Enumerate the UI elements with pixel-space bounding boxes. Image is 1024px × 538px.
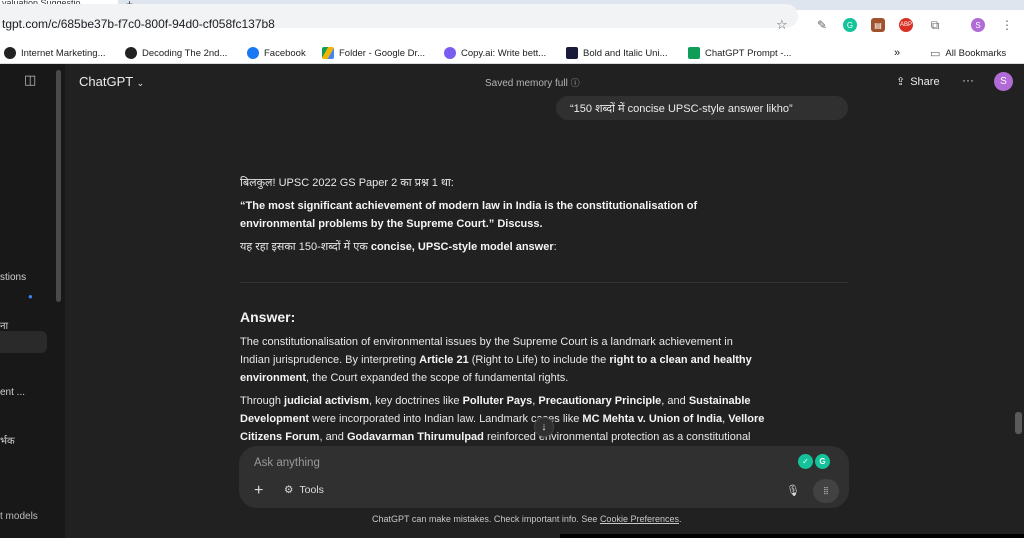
copy-ai-icon: [444, 47, 456, 59]
grammarly-icon: G: [815, 454, 830, 469]
sidebar-scrollbar[interactable]: [56, 70, 61, 302]
bookmark-bold-italic[interactable]: Bold and Italic Uni...: [566, 46, 668, 60]
sliders-icon: ⚙: [284, 484, 294, 496]
url-text[interactable]: tgpt.com/c/685be37b-f7c0-800f-94d0-cf058…: [2, 17, 275, 31]
more-options-icon[interactable]: ···: [962, 73, 974, 87]
os-taskbar-edge: [560, 534, 1024, 538]
cookie-preferences-link[interactable]: Cookie Preferences: [600, 514, 679, 524]
arrow-down-icon: ↓: [541, 421, 547, 433]
bookmark-facebook[interactable]: Facebook: [247, 46, 306, 60]
section-divider: [240, 282, 848, 283]
bookmark-internet-marketing[interactable]: Internet Marketing...: [4, 46, 105, 60]
browser-menu-icon[interactable]: ⋮: [1000, 18, 1014, 32]
response-intro: बिलकुल! UPSC 2022 GS Paper 2 का प्रश्न 1…: [240, 177, 454, 189]
question-text: “The most significant achievement of mod…: [240, 200, 698, 230]
disclaimer-footer: ChatGPT can make mistakes. Check importa…: [372, 514, 682, 524]
site-icon: [4, 47, 16, 59]
toggle-sidebar-icon[interactable]: ◫: [24, 72, 36, 88]
share-icon: ⇪: [896, 76, 906, 88]
microphone-icon[interactable]: 🎙: [786, 484, 800, 497]
main-scrollbar[interactable]: [1015, 412, 1022, 434]
answer-paragraph-1: The constitutionalisation of environment…: [240, 336, 752, 384]
adblock-extension-icon[interactable]: ABP: [899, 18, 913, 32]
memory-status[interactable]: Saved memory full ⓘ: [485, 76, 580, 89]
user-avatar[interactable]: S: [994, 72, 1013, 91]
bookmark-decoding[interactable]: Decoding The 2nd...: [125, 46, 227, 60]
waveform-icon: ⦙⦙: [823, 485, 829, 497]
unread-dot-icon: ●: [28, 292, 33, 301]
model-answer-intro: यह रहा इसका 150-शब्दों में एक concise, U…: [240, 241, 557, 253]
site-icon: [125, 47, 137, 59]
sidebar-item-suggestions[interactable]: stions: [0, 272, 26, 283]
grammarly-extension-icon[interactable]: G: [843, 18, 857, 32]
bookmark-chatgpt-prompt[interactable]: ChatGPT Prompt -...: [688, 46, 791, 60]
sidebar-item-chat-4[interactable]: र्भक: [0, 433, 15, 447]
bookmark-google-drive[interactable]: Folder - Google Dr...: [322, 46, 425, 60]
site-icon: [566, 47, 578, 59]
answer-heading: Answer:: [240, 309, 296, 325]
chevron-down-icon: ⌄: [136, 78, 145, 88]
sheets-icon: [688, 47, 700, 59]
sidebar-item-chat-2[interactable]: ना: [0, 318, 8, 332]
profile-avatar[interactable]: S: [971, 18, 985, 32]
grammarly-widget[interactable]: ✓ G: [798, 454, 832, 470]
extensions-puzzle-icon[interactable]: ⧉: [928, 18, 942, 32]
facebook-icon: [247, 47, 259, 59]
folder-icon: ▭: [930, 47, 941, 60]
tools-button[interactable]: ⚙ Tools: [284, 484, 324, 496]
pen-extension-icon[interactable]: ✎: [815, 18, 829, 32]
sidebar-item-chat-3[interactable]: ent ...: [0, 387, 25, 398]
grammarly-icon: ✓: [798, 454, 813, 469]
bookmark-copy-ai[interactable]: Copy.ai: Write bett...: [444, 46, 546, 60]
share-button[interactable]: ⇪ Share: [896, 75, 940, 89]
sidebar-item-models[interactable]: t models: [0, 511, 38, 522]
bookmark-star-icon[interactable]: ☆: [776, 17, 788, 33]
info-icon: ⓘ: [570, 78, 580, 88]
attach-plus-button[interactable]: +: [254, 482, 263, 500]
prompt-input[interactable]: [254, 454, 774, 472]
model-selector[interactable]: ChatGPT ⌄: [79, 74, 144, 89]
google-drive-icon: [322, 47, 334, 59]
sidebar-active-highlight: [0, 331, 47, 353]
voice-mode-button[interactable]: ⦙⦙: [813, 479, 839, 503]
all-bookmarks-button[interactable]: ▭ All Bookmarks: [930, 46, 1006, 60]
bookmarks-overflow-button[interactable]: »: [894, 46, 900, 60]
scroll-to-bottom-button[interactable]: ↓: [534, 417, 554, 437]
notes-extension-icon[interactable]: ▤: [871, 18, 885, 32]
user-message-bubble: “150 शब्दों में concise UPSC-style answe…: [556, 96, 848, 120]
